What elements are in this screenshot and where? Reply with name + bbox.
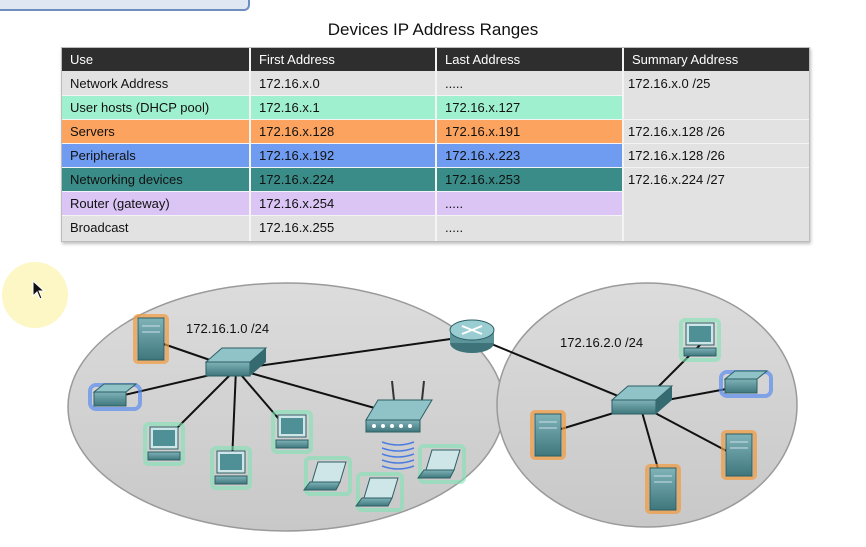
server-icon — [530, 410, 566, 460]
desktop-icon — [143, 422, 185, 466]
right-subnet-label: 172.16.2.0 /24 — [560, 335, 644, 350]
desktop-icon — [210, 446, 252, 490]
server-icon — [721, 430, 757, 480]
network-diagram — [67, 282, 798, 532]
server-icon — [133, 314, 169, 364]
server-icon — [645, 464, 681, 514]
router-icon — [449, 319, 495, 353]
desktop-icon — [679, 318, 721, 362]
left-subnet-label: 172.16.1.0 /24 — [186, 321, 270, 336]
desktop-icon — [271, 410, 313, 454]
